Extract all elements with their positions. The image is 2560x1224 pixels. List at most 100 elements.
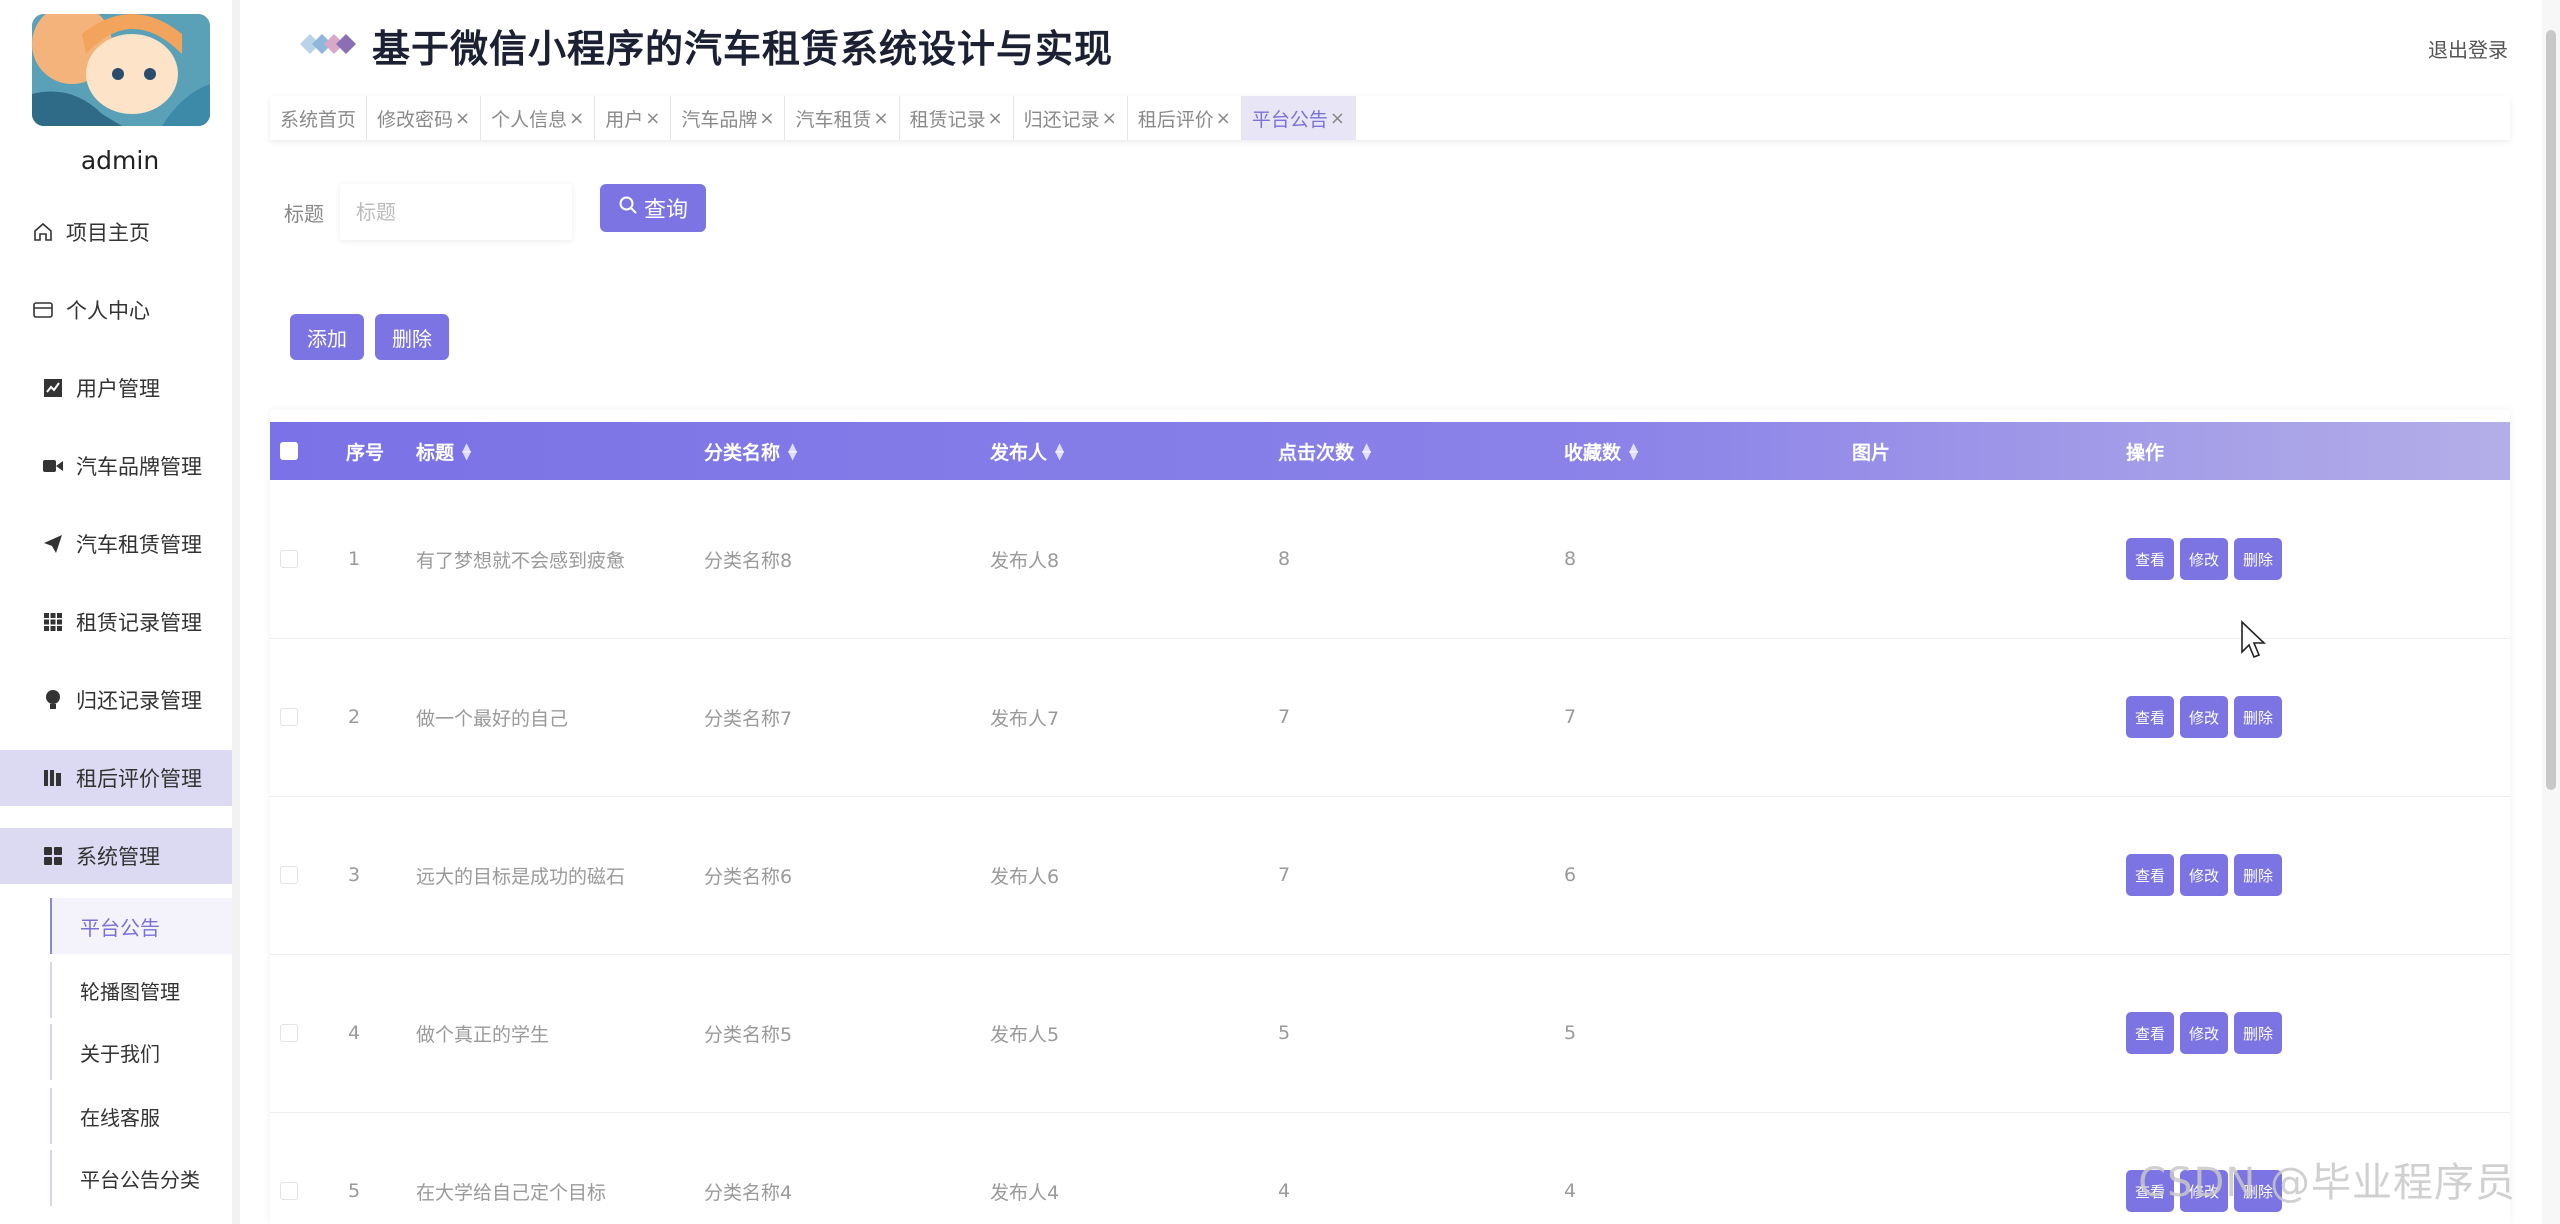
cell-publisher: 发布人4 bbox=[990, 1181, 1060, 1204]
column-header-clicks[interactable]: 点击次数 ▲ ▼ bbox=[1278, 422, 1371, 480]
cell-title: 做一个最好的自己 bbox=[416, 707, 569, 730]
cell-favorites: 7 bbox=[1564, 706, 1577, 728]
close-icon[interactable]: × bbox=[988, 108, 1003, 129]
row-checkbox[interactable] bbox=[280, 1182, 298, 1200]
row-checkbox[interactable] bbox=[280, 1024, 298, 1042]
sidebar-subitem-about-us[interactable]: 关于我们 bbox=[50, 1024, 234, 1080]
edit-button[interactable]: 修改 bbox=[2180, 696, 2228, 738]
edit-button[interactable]: 修改 bbox=[2180, 538, 2228, 580]
cell-publisher: 发布人5 bbox=[990, 1023, 1060, 1046]
select-all-checkbox[interactable] bbox=[280, 442, 298, 460]
sidebar-item-system-management[interactable]: 系统管理 bbox=[0, 828, 240, 884]
sidebar: admin 项目主页 个人中心 用户管理 汽车品牌管理 汽车租赁管理 租赁记录管 bbox=[0, 0, 240, 1224]
id-card-icon bbox=[30, 297, 56, 323]
sidebar-subitem-announcement-category[interactable]: 平台公告分类 bbox=[50, 1150, 234, 1206]
close-icon[interactable]: × bbox=[645, 108, 660, 129]
column-header-image: 图片 bbox=[1852, 441, 1891, 464]
tab-system-home[interactable]: 系统首页 bbox=[270, 96, 368, 140]
sidebar-subitem-online-service[interactable]: 在线客服 bbox=[50, 1088, 234, 1144]
sort-icon[interactable]: ▲ ▼ bbox=[1362, 441, 1371, 461]
paper-plane-icon bbox=[40, 531, 66, 557]
view-button[interactable]: 查看 bbox=[2126, 538, 2174, 580]
view-button[interactable]: 查看 bbox=[2126, 854, 2174, 896]
cell-actions: 查看 修改 删除 bbox=[2126, 638, 2288, 796]
sidebar-item-label: 用户管理 bbox=[76, 377, 160, 401]
sidebar-item-review-management[interactable]: 租后评价管理 bbox=[0, 750, 240, 806]
sidebar-subitem-announcement[interactable]: 平台公告 bbox=[50, 898, 234, 954]
title-search-input[interactable] bbox=[340, 184, 572, 240]
cell-actions: 查看 修改 删除 bbox=[2126, 796, 2288, 954]
tab-bar: 系统首页 修改密码 × 个人信息 × 用户 × 汽车品牌 × 汽车租赁 × 租赁记录 × 归… bbox=[270, 96, 2510, 140]
delete-button[interactable]: 删除 bbox=[2234, 538, 2282, 580]
close-icon[interactable]: × bbox=[1102, 108, 1117, 129]
page-scrollbar[interactable] bbox=[2542, 0, 2560, 1224]
sidebar-item-car-rental[interactable]: 汽车租赁管理 bbox=[0, 516, 240, 572]
column-header-index: 序号 bbox=[346, 441, 385, 464]
sidebar-item-personal-center[interactable]: 个人中心 bbox=[0, 282, 240, 338]
tab-personal-info[interactable]: 个人信息 × bbox=[481, 96, 596, 140]
view-button[interactable]: 查看 bbox=[2126, 1012, 2174, 1054]
tab-car-brand[interactable]: 汽车品牌 × bbox=[671, 96, 786, 140]
mouse-cursor-icon bbox=[2241, 620, 2266, 659]
tab-return-records[interactable]: 归还记录 × bbox=[1014, 96, 1128, 140]
delete-button[interactable]: 删除 bbox=[2234, 1012, 2282, 1054]
cell-category: 分类名称4 bbox=[704, 1181, 793, 1204]
add-button[interactable]: 添加 bbox=[290, 314, 364, 360]
sidebar-item-home[interactable]: 项目主页 bbox=[0, 204, 240, 260]
sidebar-item-label: 租赁记录管理 bbox=[76, 611, 202, 635]
search-button[interactable]: 查询 bbox=[600, 184, 706, 232]
close-icon[interactable]: × bbox=[1216, 108, 1231, 129]
tab-label: 修改密码 bbox=[377, 108, 454, 131]
logout-link[interactable]: 退出登录 bbox=[2428, 34, 2508, 63]
column-header-publisher[interactable]: 发布人 ▲ ▼ bbox=[990, 422, 1064, 480]
tab-user[interactable]: 用户 × bbox=[595, 96, 672, 140]
cell-title: 在大学给自己定个目标 bbox=[416, 1181, 607, 1204]
close-icon[interactable]: × bbox=[759, 108, 774, 129]
delete-button[interactable]: 删除 bbox=[2234, 696, 2282, 738]
tab-rental-records[interactable]: 租赁记录 × bbox=[900, 96, 1014, 140]
cell-index: 1 bbox=[348, 548, 361, 570]
close-icon[interactable]: × bbox=[873, 108, 888, 129]
tab-label: 系统首页 bbox=[280, 108, 357, 131]
sidebar-item-return-records[interactable]: 归还记录管理 bbox=[0, 672, 240, 728]
row-checkbox[interactable] bbox=[280, 708, 298, 726]
sort-icon[interactable]: ▲ ▼ bbox=[788, 441, 797, 461]
edit-button[interactable]: 修改 bbox=[2180, 1012, 2228, 1054]
sidebar-subitem-carousel[interactable]: 轮播图管理 bbox=[50, 962, 234, 1018]
edit-button[interactable]: 修改 bbox=[2180, 854, 2228, 896]
sidebar-item-label: 归还记录管理 bbox=[76, 689, 202, 713]
tab-announcement[interactable]: 平台公告 × bbox=[1241, 96, 1356, 140]
cell-favorites: 8 bbox=[1564, 548, 1577, 570]
sort-icon[interactable]: ▲ ▼ bbox=[1055, 441, 1064, 461]
row-checkbox[interactable] bbox=[280, 550, 298, 568]
sort-icon[interactable]: ▲ ▼ bbox=[1629, 441, 1638, 461]
view-button[interactable]: 查看 bbox=[2126, 696, 2174, 738]
sort-icon[interactable]: ▲ ▼ bbox=[462, 441, 471, 461]
avatar[interactable] bbox=[32, 14, 210, 126]
cell-actions: 查看 修改 删除 bbox=[2126, 480, 2288, 638]
cell-publisher: 发布人8 bbox=[990, 549, 1060, 572]
bulb-icon bbox=[40, 687, 66, 713]
sidebar-item-user-management[interactable]: 用户管理 bbox=[0, 360, 240, 416]
row-checkbox[interactable] bbox=[280, 866, 298, 884]
sidebar-scrollbar[interactable] bbox=[232, 0, 240, 1224]
book-icon bbox=[40, 765, 66, 791]
tab-reviews[interactable]: 租后评价 × bbox=[1128, 96, 1242, 140]
table-row: 4 做个真正的学生 分类名称5 发布人5 5 5 查看 修改 删除 bbox=[270, 954, 2510, 1113]
page-title: 基于微信小程序的汽车租赁系统设计与实现 bbox=[372, 27, 1114, 71]
sidebar-item-car-brand[interactable]: 汽车品牌管理 bbox=[0, 438, 240, 494]
scrollbar-thumb[interactable] bbox=[2546, 30, 2556, 790]
delete-button[interactable]: 删除 bbox=[2234, 854, 2282, 896]
cell-clicks: 8 bbox=[1278, 548, 1291, 570]
sidebar-item-label: 个人中心 bbox=[66, 299, 150, 323]
column-header-favorites[interactable]: 收藏数 ▲ ▼ bbox=[1564, 422, 1638, 480]
close-icon[interactable]: × bbox=[455, 108, 470, 129]
batch-delete-button[interactable]: 删除 bbox=[375, 314, 449, 360]
close-icon[interactable]: × bbox=[569, 108, 584, 129]
tab-change-password[interactable]: 修改密码 × bbox=[367, 96, 482, 140]
tab-car-rental[interactable]: 汽车租赁 × bbox=[785, 96, 900, 140]
column-header-category[interactable]: 分类名称 ▲ ▼ bbox=[704, 422, 797, 480]
close-icon[interactable]: × bbox=[1330, 108, 1345, 129]
sidebar-item-rental-records[interactable]: 租赁记录管理 bbox=[0, 594, 240, 650]
column-header-title[interactable]: 标题 ▲ ▼ bbox=[416, 422, 471, 480]
